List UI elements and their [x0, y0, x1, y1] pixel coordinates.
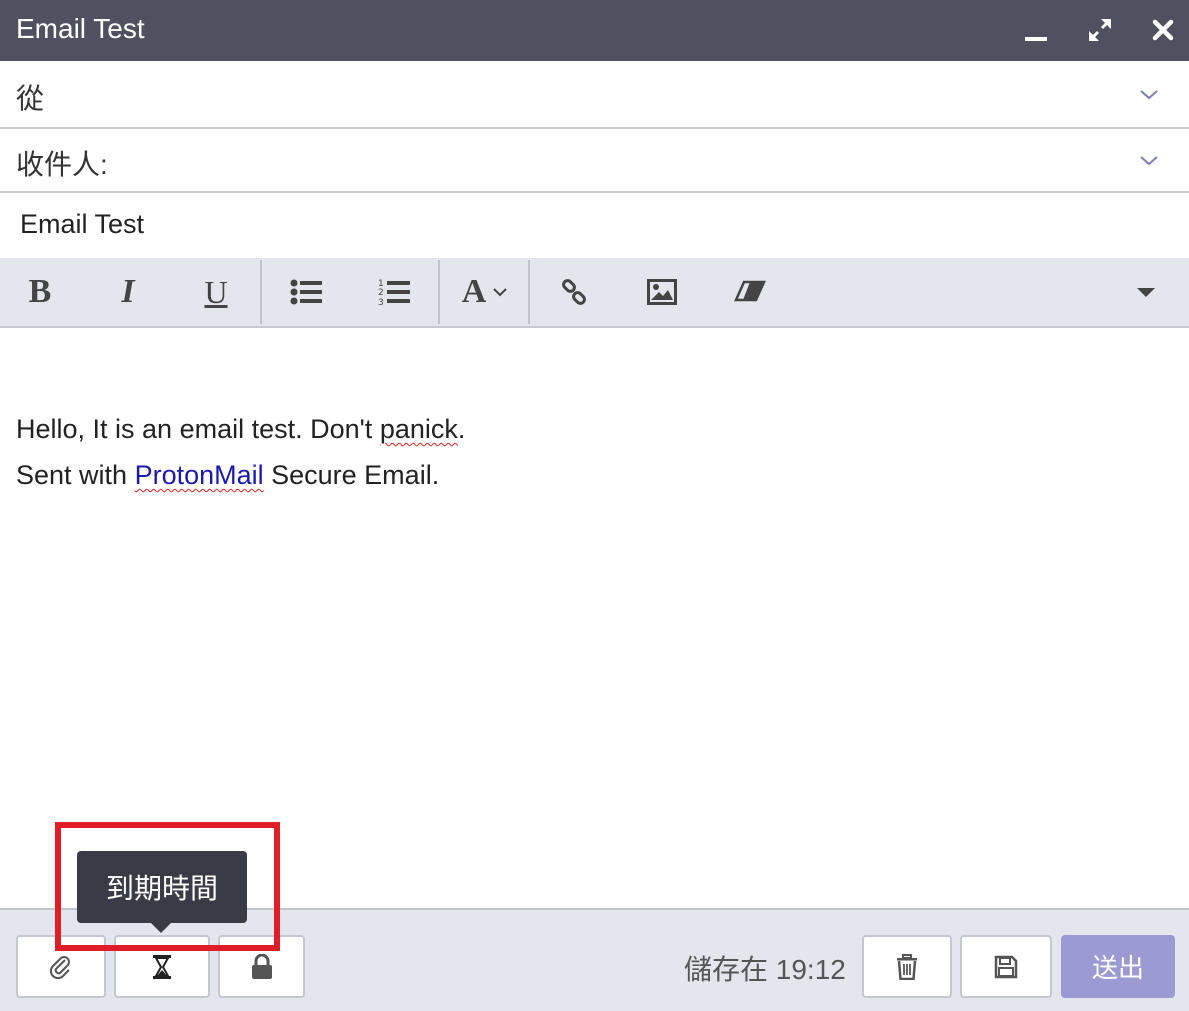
formatting-toolbar: B I U 1 2 3 A: [0, 258, 1189, 328]
from-chevron-down-icon[interactable]: [1137, 83, 1161, 107]
body-text: Sent with: [16, 460, 135, 490]
trash-icon: [897, 953, 917, 980]
image-button[interactable]: [636, 258, 688, 326]
subject-input[interactable]: Email Test: [20, 209, 144, 240]
toolbar-divider: [260, 260, 262, 324]
bullet-list-button[interactable]: [280, 258, 332, 326]
eraser-button[interactable]: [724, 258, 776, 326]
more-options-button[interactable]: [1126, 258, 1166, 326]
highlight-box: [55, 822, 280, 951]
numbered-list-icon: 1 2 3: [378, 279, 410, 306]
image-icon: [647, 279, 677, 305]
send-button[interactable]: 送出: [1061, 935, 1175, 998]
lock-icon: [251, 953, 272, 979]
italic-icon: I: [121, 273, 135, 310]
delete-draft-button[interactable]: [862, 935, 952, 998]
to-label: 收件人:: [16, 149, 108, 180]
misspelled-word[interactable]: panick: [380, 414, 458, 444]
font-button[interactable]: A: [452, 258, 518, 326]
window-title: Email Test: [16, 13, 145, 44]
to-field[interactable]: 收件人:: [0, 129, 1189, 193]
saved-status: 儲存在 19:12: [684, 954, 846, 985]
body-text: Secure Email.: [263, 460, 440, 490]
body-text: .: [457, 414, 466, 444]
close-icon[interactable]: [1145, 12, 1181, 48]
font-icon: A: [461, 273, 487, 310]
numbered-list-button[interactable]: 1 2 3: [368, 258, 420, 326]
minimize-icon[interactable]: [1018, 12, 1054, 48]
link-button[interactable]: [548, 258, 600, 326]
link-icon: [562, 279, 586, 305]
save-draft-button[interactable]: [960, 935, 1052, 998]
from-field[interactable]: 從: [0, 61, 1189, 129]
paperclip-icon: [49, 955, 70, 979]
svg-text:2: 2: [378, 288, 384, 298]
italic-button[interactable]: I: [102, 258, 154, 326]
svg-text:3: 3: [378, 298, 384, 306]
from-label: 從: [16, 83, 45, 114]
save-icon: [994, 955, 1018, 978]
body-line-2: Sent with ProtonMail Secure Email.: [16, 460, 439, 491]
eraser-icon: [734, 280, 766, 302]
toolbar-divider: [528, 260, 530, 324]
font-chevron-down-icon: [493, 288, 507, 297]
bold-button[interactable]: B: [14, 258, 66, 326]
toolbar-divider: [438, 260, 440, 324]
bold-icon: B: [28, 273, 52, 310]
to-chevron-down-icon[interactable]: [1137, 149, 1161, 173]
hourglass-icon: [153, 954, 171, 979]
underline-icon: U: [204, 273, 228, 310]
subject-field[interactable]: Email Test: [0, 193, 1189, 258]
underline-button[interactable]: U: [190, 258, 242, 326]
window-titlebar: Email Test: [0, 0, 1189, 61]
maximize-icon[interactable]: [1082, 12, 1118, 48]
bullet-list-icon: [290, 279, 322, 305]
protonmail-link[interactable]: ProtonMail: [135, 460, 264, 490]
more-icon: [1137, 288, 1155, 297]
body-line-1: Hello, It is an email test. Don't panick…: [16, 414, 465, 445]
body-text: Hello, It is an email test. Don't: [16, 414, 380, 444]
